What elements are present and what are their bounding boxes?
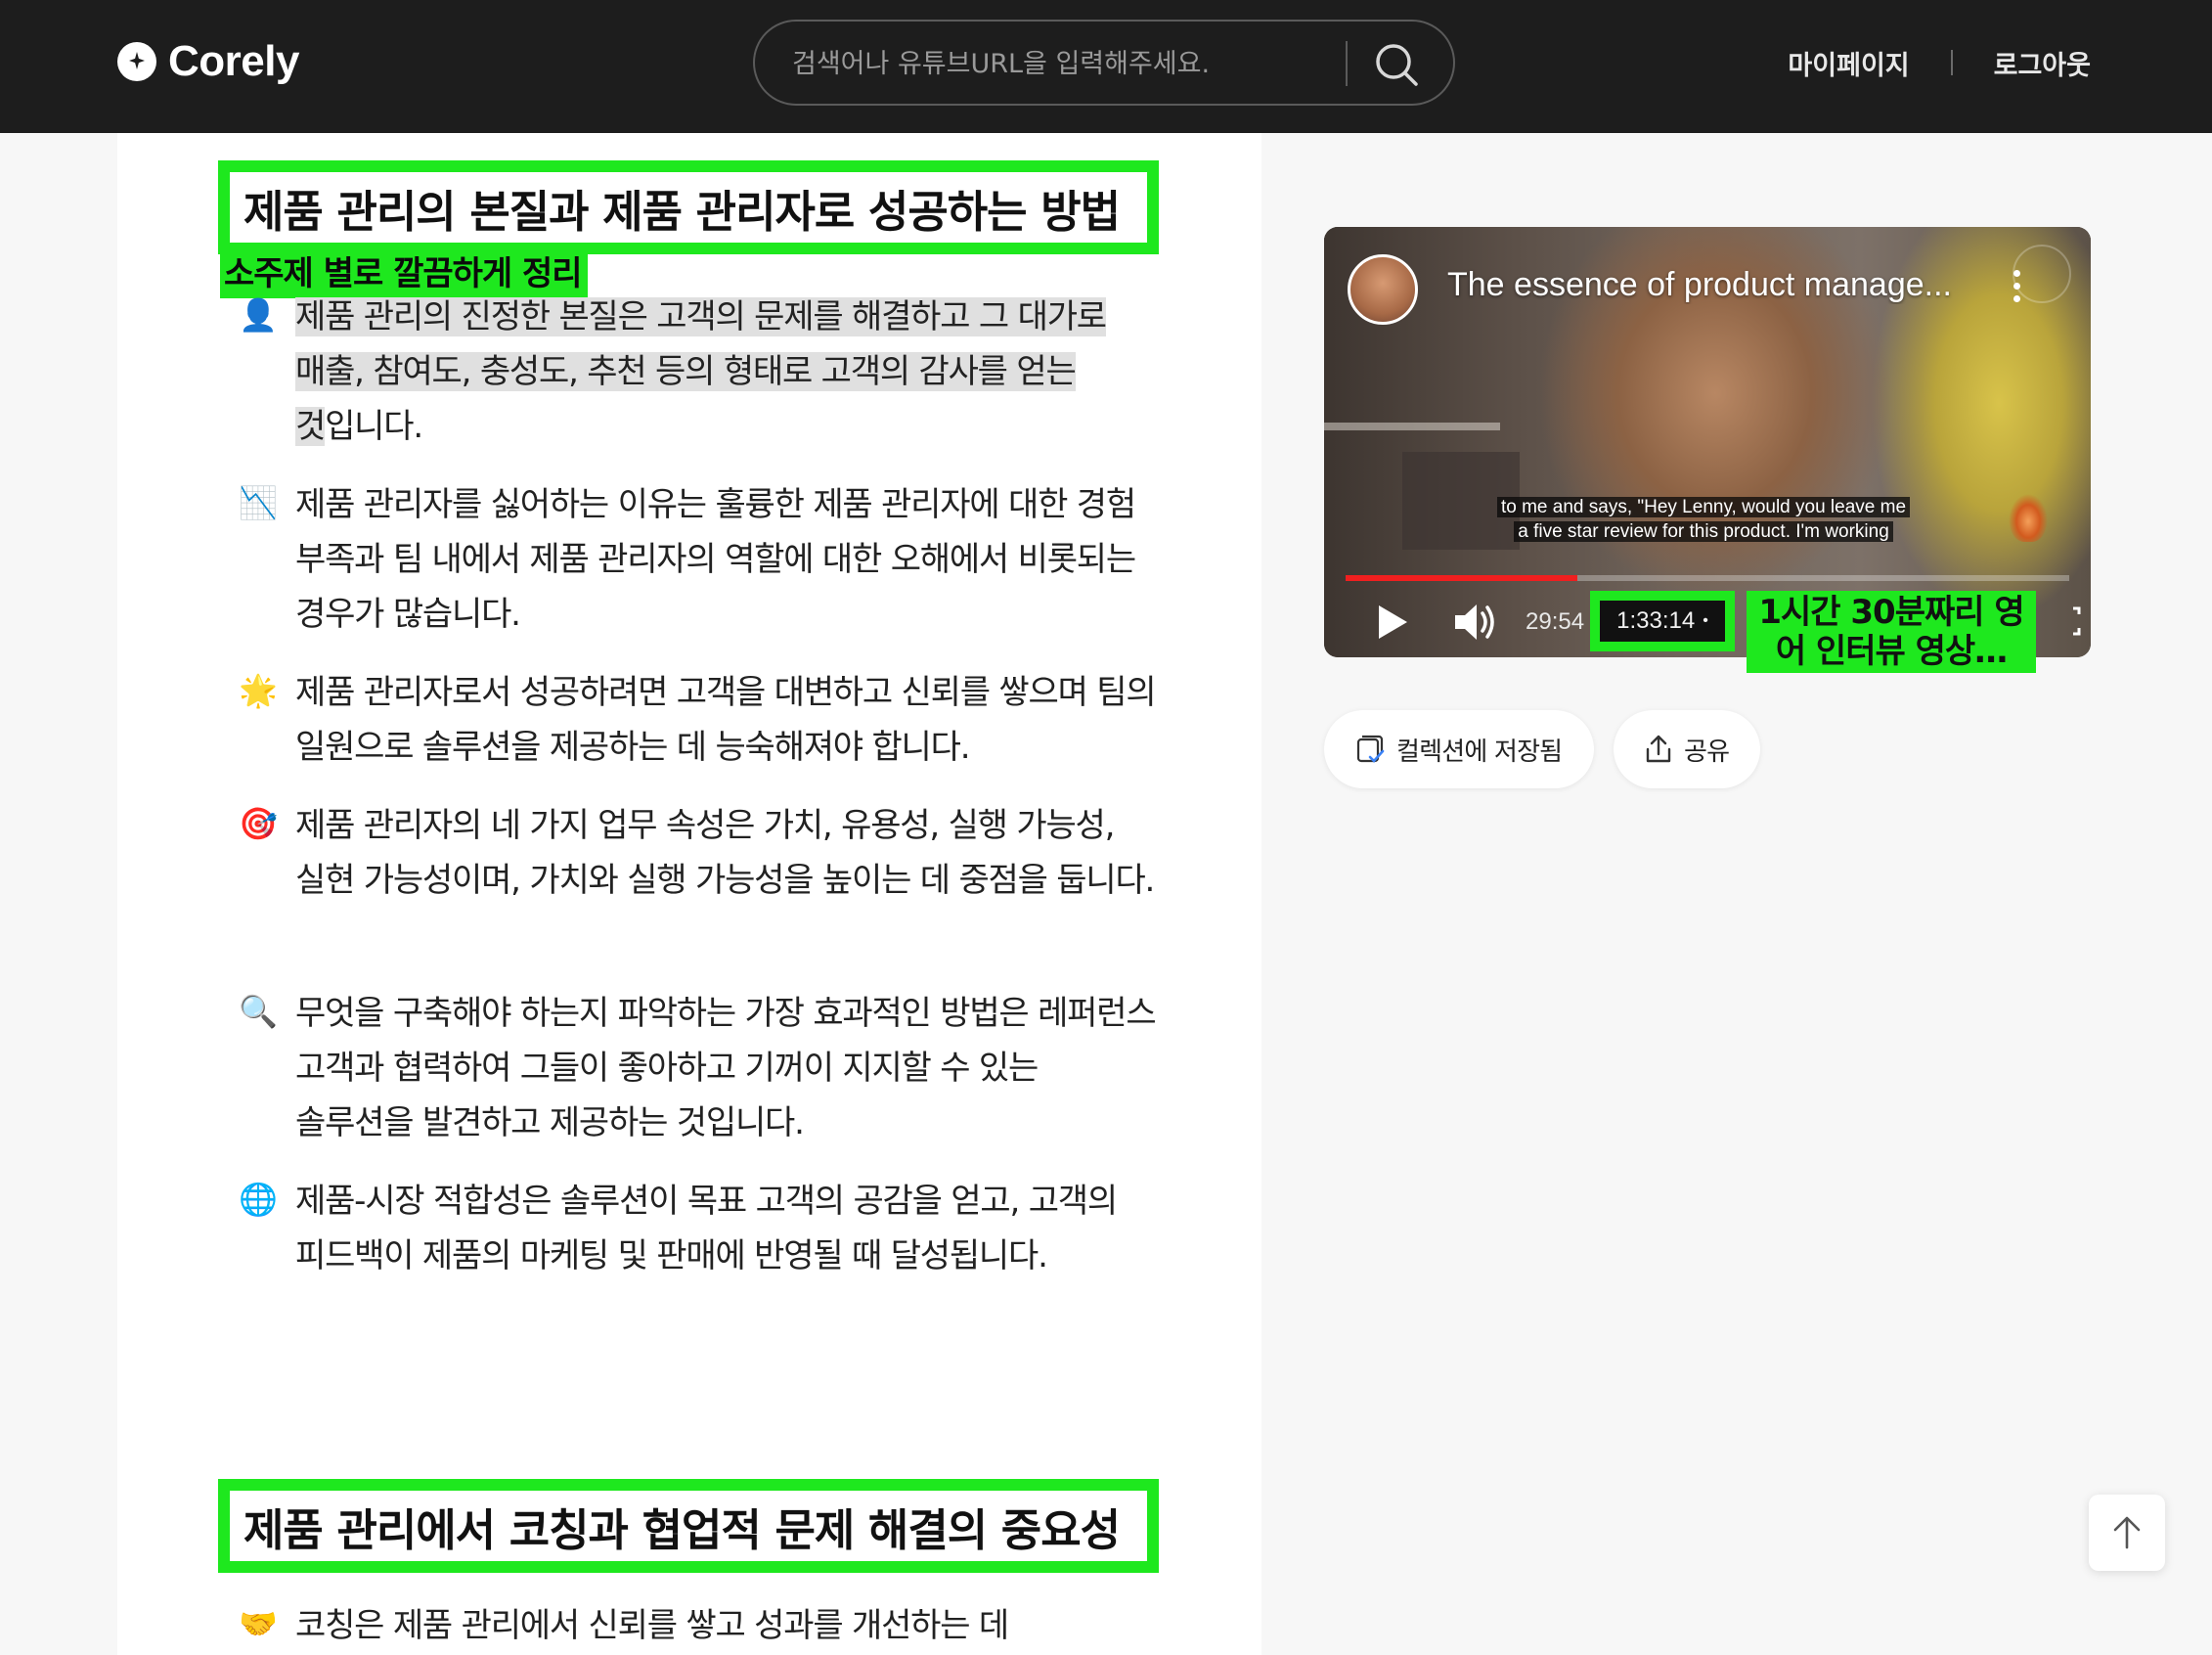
share-button[interactable]: 공유 <box>1614 710 1760 788</box>
duration-text: 1:33:14 <box>1616 607 1696 634</box>
share-label: 공유 <box>1684 737 1730 767</box>
volume-button[interactable] <box>1451 601 1498 644</box>
bullet-text: 제품 관리자로서 성공하려면 고객을 대변하고 신뢰를 쌓으며 팀의 일원으로 … <box>295 673 1157 767</box>
chart-decreasing-icon: 📉 <box>239 484 278 521</box>
section-title: 제품 관리의 본질과 제품 관리자로 성공하는 방법 <box>243 185 1121 238</box>
glowing-star-icon: 🌟 <box>239 672 278 709</box>
section-title-box: 제품 관리의 본질과 제품 관리자로 성공하는 방법 <box>218 160 1159 254</box>
share-icon <box>1646 735 1671 763</box>
direct-hit-icon: 🎯 <box>239 805 278 842</box>
magnifying-glass-icon: 🔍 <box>239 993 278 1030</box>
fullscreen-icon <box>2073 606 2081 636</box>
bullet-text: 제품 관리자의 네 가지 업무 속성은 가치, 유용성, 실행 가능성, 실현 … <box>295 806 1155 900</box>
globe-icon: 🌐 <box>239 1181 278 1218</box>
logo-text: Corely <box>168 37 299 85</box>
bullet-text-rest: 입니다. <box>325 407 423 446</box>
caption-line: a five star review for this product. I'm… <box>1514 521 1893 542</box>
play-icon <box>1379 605 1407 639</box>
video-caption: to me and says, "Hey Lenny, would you le… <box>1488 495 1919 544</box>
video-title[interactable]: The essence of product manage... <box>1447 266 1995 304</box>
fullscreen-button[interactable] <box>2054 604 2083 638</box>
mypage-link[interactable]: 마이페이지 <box>1788 44 1909 82</box>
video-menu-button[interactable] <box>2007 270 2026 309</box>
search-divider <box>1346 41 1348 86</box>
bullet-text: 제품 관리자를 싫어하는 이유는 훌륭한 제품 관리자에 대한 경험 부족과 팀… <box>295 485 1136 634</box>
video-duration: 1:33:14 • <box>1590 591 1735 651</box>
section-title-box: 제품 관리에서 코칭과 협업적 문제 해결의 중요성 <box>218 1479 1159 1573</box>
duration-dot: • <box>1703 612 1708 629</box>
section-title: 제품 관리에서 코칭과 협업적 문제 해결의 중요성 <box>243 1503 1121 1556</box>
shelf-decoration <box>1324 423 1500 430</box>
bullet-text: 제품-시장 적합성은 솔루션이 목표 고객의 공감을 얻고, 고객의 피드백이 … <box>295 1182 1118 1275</box>
play-button[interactable] <box>1375 603 1410 642</box>
video-progress-fill <box>1346 575 1577 581</box>
video-progress-bar[interactable] <box>1346 575 2069 581</box>
logo-sparkle-icon <box>117 42 156 81</box>
duration-annotation: 1시간 30분짜리 영어 인터뷰 영상… <box>1747 591 2036 673</box>
bullet-text: 코칭은 제품 관리에서 신뢰를 쌓고 성과를 개선하는 데 <box>295 1606 1009 1645</box>
search-input[interactable] <box>792 41 1359 86</box>
search-button[interactable] <box>1367 35 1426 94</box>
bullet-text: 무엇을 구축해야 하는지 파악하는 가장 효과적인 방법은 레퍼런스 고객과 협… <box>295 994 1157 1142</box>
arrow-up-icon <box>2113 1516 2141 1549</box>
save-label: 컬렉션에 저장됨 <box>1396 737 1563 767</box>
bust-in-silhouette-icon: 👤 <box>239 296 278 334</box>
nav-divider <box>1950 50 1953 75</box>
volume-icon <box>1455 604 1494 640</box>
collection-saved-icon <box>1356 735 1385 763</box>
bullet-text: 제품 관리의 진정한 본질은 고객의 문제를 해결하고 그 대가로 매출, 참여… <box>295 290 1156 454</box>
current-time: 29:54 <box>1526 608 1585 635</box>
handshake-icon: 🤝 <box>239 1605 278 1642</box>
summary-panel: 제품 관리의 본질과 제품 관리자로 성공하는 방법 소주제 별로 깔끔하게 정… <box>117 133 1261 1655</box>
header-nav: 마이페이지 로그아웃 <box>1788 39 2091 86</box>
caption-line: to me and says, "Hey Lenny, would you le… <box>1496 497 1911 517</box>
search-icon <box>1376 44 1418 86</box>
top-header: Corely 마이페이지 로그아웃 <box>0 0 2212 133</box>
scroll-to-top-button[interactable] <box>2089 1495 2165 1571</box>
channel-avatar[interactable] <box>1348 254 1418 325</box>
logo[interactable]: Corely <box>117 33 299 90</box>
search-bar <box>753 20 1455 106</box>
save-to-collection-button[interactable]: 컬렉션에 저장됨 <box>1324 710 1594 788</box>
logout-link[interactable]: 로그아웃 <box>1994 44 2091 82</box>
flame-logo <box>2009 483 2048 542</box>
